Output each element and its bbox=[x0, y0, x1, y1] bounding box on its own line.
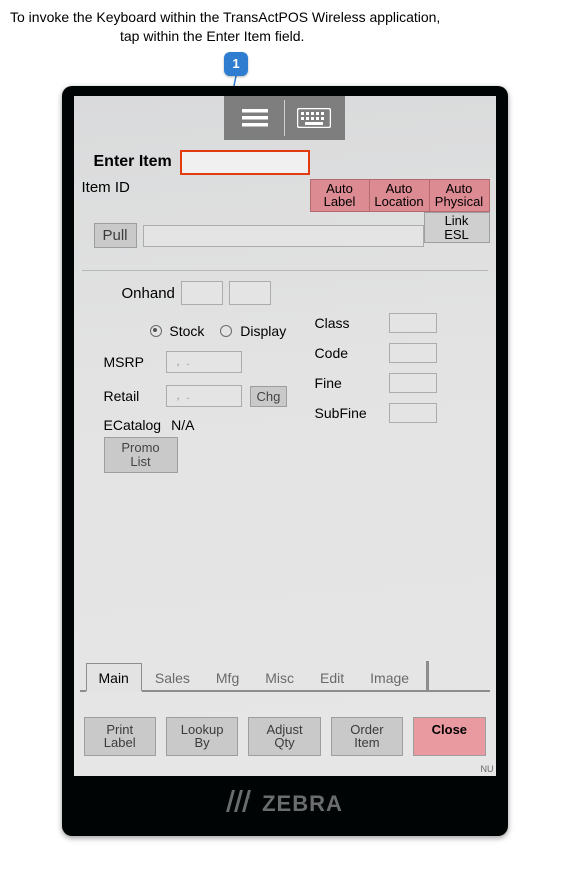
tab-edit[interactable]: Edit bbox=[307, 663, 357, 692]
auto-buttons: Auto Label Auto Location Auto Physical bbox=[310, 179, 490, 212]
enter-item-input[interactable] bbox=[180, 150, 310, 175]
radio-dot-icon bbox=[220, 325, 232, 337]
corner-indicator: NU bbox=[481, 764, 494, 774]
keyboard-icon[interactable] bbox=[289, 101, 339, 135]
msrp-label: MSRP bbox=[104, 354, 158, 370]
pull-button[interactable]: Pull bbox=[94, 223, 137, 248]
auto-physical-button[interactable]: Auto Physical bbox=[430, 179, 490, 212]
top-toolbar bbox=[74, 96, 496, 140]
instruction-line1: To invoke the Keyboard within the TransA… bbox=[10, 8, 559, 27]
auto-location-button[interactable]: Auto Location bbox=[370, 179, 430, 212]
zebra-logo-icon: . bbox=[226, 790, 256, 818]
tab-endcap bbox=[426, 661, 429, 690]
menu-icon[interactable] bbox=[230, 101, 280, 135]
onhand-label: Onhand bbox=[122, 285, 175, 302]
lookup-by-button[interactable]: LookupBy bbox=[166, 717, 238, 756]
class-field[interactable] bbox=[389, 313, 437, 333]
retail-label: Retail bbox=[104, 388, 158, 404]
brand-text: ZEBRA bbox=[262, 791, 343, 817]
close-button[interactable]: Close bbox=[413, 717, 485, 756]
tab-image[interactable]: Image bbox=[357, 663, 422, 692]
print-label-button[interactable]: PrintLabel bbox=[84, 717, 156, 756]
stock-radio[interactable]: Stock bbox=[150, 323, 205, 339]
display-radio[interactable]: Display bbox=[220, 323, 286, 339]
link-esl-button[interactable]: Link ESL bbox=[424, 212, 490, 243]
tab-main[interactable]: Main bbox=[86, 663, 142, 692]
callout-bubble-1: 1 bbox=[224, 52, 248, 76]
enter-item-label: Enter Item bbox=[94, 153, 172, 171]
subfine-label: SubFine bbox=[315, 405, 381, 421]
instruction-line2: tap within the Enter Item field. bbox=[10, 27, 559, 46]
tab-sales[interactable]: Sales bbox=[142, 663, 203, 692]
auto-label-button[interactable]: Auto Label bbox=[310, 179, 370, 212]
bottom-button-bar: PrintLabel LookupBy AdjustQty OrderItem … bbox=[80, 717, 490, 756]
svg-text:.: . bbox=[248, 793, 251, 800]
chg-button[interactable]: Chg bbox=[250, 386, 288, 407]
callout-area: 1 bbox=[10, 52, 559, 86]
ecatalog-label: ECatalog bbox=[104, 417, 162, 433]
code-field[interactable] bbox=[389, 343, 437, 363]
radio-dot-icon bbox=[150, 325, 162, 337]
device-frame: Enter Item Item ID Auto Label Auto Locat… bbox=[62, 86, 508, 836]
onhand-field-2[interactable] bbox=[229, 281, 271, 305]
item-id-label: Item ID bbox=[82, 179, 130, 196]
toolbar-divider bbox=[284, 100, 285, 136]
tab-mfg[interactable]: Mfg bbox=[203, 663, 252, 692]
section-divider bbox=[82, 270, 488, 271]
app-screen: Enter Item Item ID Auto Label Auto Locat… bbox=[74, 96, 496, 776]
subfine-field[interactable] bbox=[389, 403, 437, 423]
ecatalog-value: N/A bbox=[171, 417, 194, 433]
code-label: Code bbox=[315, 345, 381, 361]
promo-list-button[interactable]: Promo List bbox=[104, 437, 178, 472]
tab-bar: Main Sales Mfg Misc Edit Image bbox=[80, 661, 490, 692]
pull-field[interactable] bbox=[143, 225, 424, 247]
onhand-field-1[interactable] bbox=[181, 281, 223, 305]
device-brand-bar: . ZEBRA bbox=[74, 776, 496, 830]
adjust-qty-button[interactable]: AdjustQty bbox=[248, 717, 320, 756]
msrp-field[interactable]: , . bbox=[166, 351, 242, 373]
order-item-button[interactable]: OrderItem bbox=[331, 717, 403, 756]
fine-field[interactable] bbox=[389, 373, 437, 393]
instruction-text: To invoke the Keyboard within the TransA… bbox=[10, 8, 559, 46]
tab-misc[interactable]: Misc bbox=[252, 663, 307, 692]
class-label: Class bbox=[315, 315, 381, 331]
fine-label: Fine bbox=[315, 375, 381, 391]
retail-field[interactable]: , . bbox=[166, 385, 242, 407]
